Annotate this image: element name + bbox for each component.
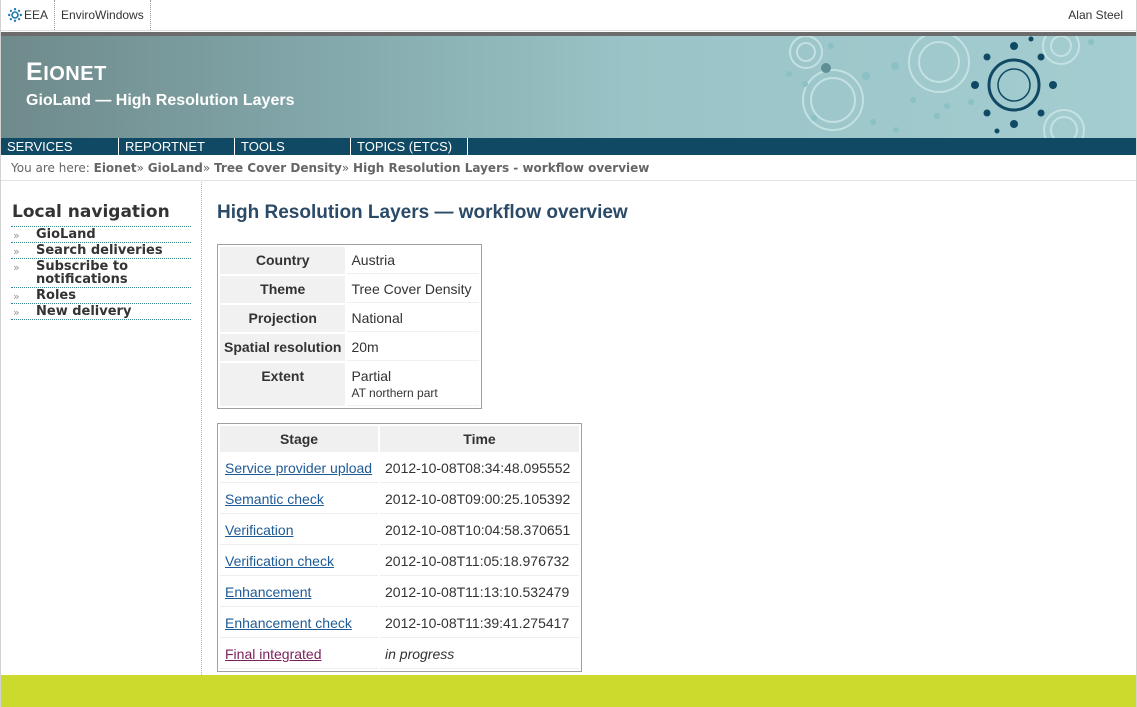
stage-status: in progress xyxy=(380,640,579,669)
sidebar-item-gioland[interactable]: » GioLand xyxy=(11,227,191,243)
local-navigation: Local navigation » GioLand » Search delive… xyxy=(1,182,202,675)
property-label: Country xyxy=(220,247,346,274)
nav-services[interactable]: SERVICES xyxy=(1,138,119,155)
workflow-stages-table: Stage Time Service provider upload 2012-… xyxy=(217,423,582,672)
stage-time: 2012-10-08T11:05:18.976732 xyxy=(380,547,579,576)
local-navigation-title: Local navigation xyxy=(12,202,170,222)
property-value: 20m xyxy=(347,334,480,361)
property-note: AT northern part xyxy=(351,386,438,400)
stage-link[interactable]: Verification check xyxy=(225,553,334,569)
main-nav: SERVICES REPORTNET TOOLS TOPICS (ETCS) xyxy=(1,138,1136,155)
property-row: Theme Tree Cover Density xyxy=(220,276,480,303)
table-row: Verification check 2012-10-08T11:05:18.9… xyxy=(220,547,579,576)
property-value: National xyxy=(347,305,480,332)
page: EEA EnviroWindows Alan Steel EIONET GioL… xyxy=(0,0,1137,707)
eea-link[interactable]: EEA xyxy=(1,0,56,30)
table-row: Enhancement check 2012-10-08T11:39:41.27… xyxy=(220,609,579,638)
stage-link[interactable]: Enhancement xyxy=(225,584,311,600)
sidebar-item-subscribe[interactable]: » Subscribe to notifications xyxy=(11,259,191,288)
property-value: Tree Cover Density xyxy=(347,276,480,303)
breadcrumb-item-gioland[interactable]: GioLand xyxy=(148,161,203,175)
property-row: Spatial resolution 20m xyxy=(220,334,480,361)
property-label: Extent xyxy=(220,363,346,406)
page-title: High Resolution Layers — workflow overvi… xyxy=(217,202,628,223)
property-row: Country Austria xyxy=(220,247,480,274)
site-logo[interactable]: EIONET xyxy=(26,58,107,87)
breadcrumb-item-tree-cover-density[interactable]: Tree Cover Density xyxy=(214,161,342,175)
footer-bar xyxy=(1,675,1136,707)
table-row: Semantic check 2012-10-08T09:00:25.10539… xyxy=(220,485,579,514)
property-value: Partial AT northern part xyxy=(347,363,480,406)
property-value: Austria xyxy=(347,247,480,274)
column-header-time: Time xyxy=(380,426,579,452)
stage-time: 2012-10-08T10:04:58.370651 xyxy=(380,516,579,545)
stage-time: 2012-10-08T08:34:48.095552 xyxy=(380,454,579,483)
sidebar-item-new-delivery[interactable]: » New delivery xyxy=(11,304,191,320)
stage-link[interactable]: Enhancement check xyxy=(225,615,352,631)
table-header-row: Stage Time xyxy=(220,426,579,452)
main-content: High Resolution Layers — workflow overvi… xyxy=(217,182,628,672)
site-subtitle: GioLand — High Resolution Layers xyxy=(26,92,295,109)
property-row: Projection National xyxy=(220,305,480,332)
header-banner: EIONET GioLand — High Resolution Layers xyxy=(1,36,1136,138)
breadcrumb-prefix: You are here: xyxy=(11,161,94,175)
chevron-right-icon: » xyxy=(13,261,20,274)
breadcrumb: You are here: Eionet» GioLand» Tree Cove… xyxy=(1,156,1136,181)
envirowindows-link[interactable]: EnviroWindows xyxy=(55,0,151,30)
property-label: Projection xyxy=(220,305,346,332)
stage-link[interactable]: Verification xyxy=(225,522,293,538)
nav-tools[interactable]: TOOLS xyxy=(235,138,351,155)
banner-circles-decoration xyxy=(786,36,1094,138)
breadcrumb-item-current: High Resolution Layers - workflow overvi… xyxy=(353,161,650,175)
table-row: Verification 2012-10-08T10:04:58.370651 xyxy=(220,516,579,545)
nav-reportnet[interactable]: REPORTNET xyxy=(119,138,235,155)
sidebar-item-roles[interactable]: » Roles xyxy=(11,288,191,304)
property-label: Spatial resolution xyxy=(220,334,346,361)
stage-time: 2012-10-08T09:00:25.105392 xyxy=(380,485,579,514)
table-row: Service provider upload 2012-10-08T08:34… xyxy=(220,454,579,483)
eea-label: EEA xyxy=(24,8,49,22)
delivery-properties-table: Country Austria Theme Tree Cover Density… xyxy=(217,244,483,409)
user-name[interactable]: Alan Steel xyxy=(1068,8,1136,22)
stage-link[interactable]: Service provider upload xyxy=(225,460,372,476)
stage-time: 2012-10-08T11:13:10.532479 xyxy=(380,578,579,607)
chevron-right-icon: » xyxy=(13,245,20,258)
property-row: Extent Partial AT northern part xyxy=(220,363,480,406)
column-header-stage: Stage xyxy=(220,426,378,452)
stage-link[interactable]: Final integrated xyxy=(225,646,322,662)
top-bar: EEA EnviroWindows Alan Steel xyxy=(1,0,1136,31)
stage-link[interactable]: Semantic check xyxy=(225,491,324,507)
eea-logo-icon xyxy=(8,8,22,22)
stage-time: 2012-10-08T11:39:41.275417 xyxy=(380,609,579,638)
table-row: Final integrated in progress xyxy=(220,640,579,669)
breadcrumb-item-eionet[interactable]: Eionet xyxy=(94,161,137,175)
sidebar-item-search-deliveries[interactable]: » Search deliveries xyxy=(11,243,191,259)
chevron-right-icon: » xyxy=(13,306,20,319)
nav-topics[interactable]: TOPICS (ETCS) xyxy=(351,138,468,155)
envirowindows-label: EnviroWindows xyxy=(61,8,144,22)
chevron-right-icon: » xyxy=(13,229,20,242)
property-label: Theme xyxy=(220,276,346,303)
table-row: Enhancement 2012-10-08T11:13:10.532479 xyxy=(220,578,579,607)
chevron-right-icon: » xyxy=(13,290,20,303)
